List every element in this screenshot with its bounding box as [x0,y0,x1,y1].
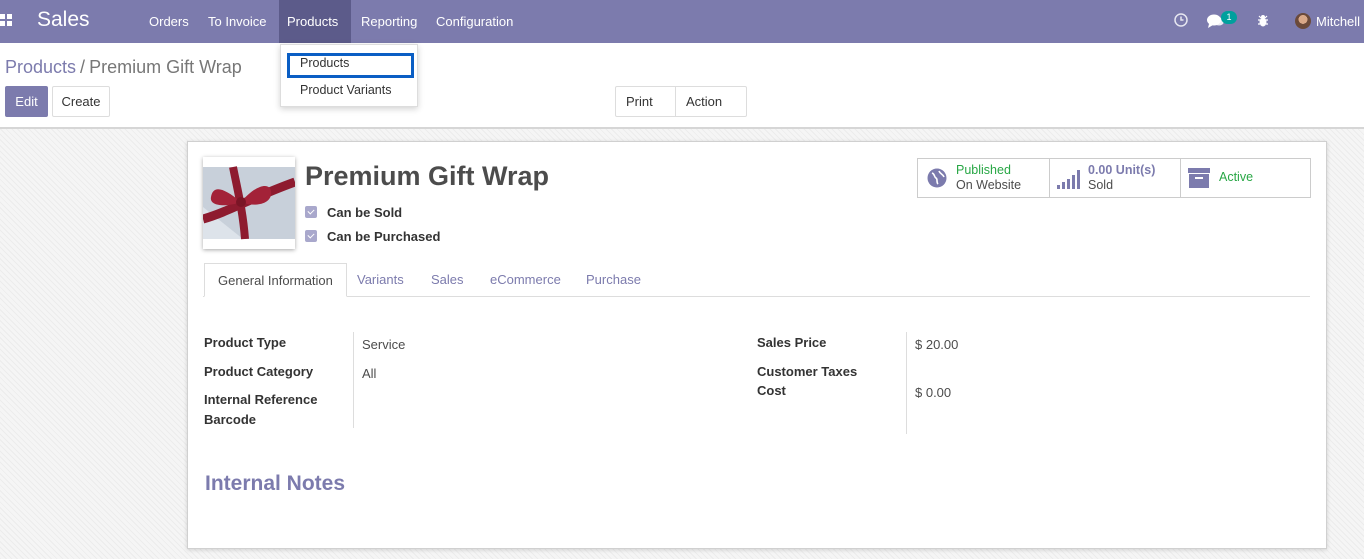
signal-bars-icon [1057,169,1081,192]
published-text: Published On Website [956,163,1021,193]
sold-text: 0.00 Unit(s) Sold [1088,163,1155,193]
published-smart-button[interactable]: Published On Website [918,159,1049,197]
globe-icon [927,168,947,191]
archive-box-icon [1188,168,1210,191]
user-avatar[interactable] [1295,13,1311,29]
tab-general-information[interactable]: General Information [204,263,347,297]
smart-button-box: Published On Website 0.00 Unit(s) Sold A… [917,158,1311,198]
menu-orders[interactable]: Orders [141,0,197,43]
product-image[interactable] [203,157,295,249]
app-title: Sales [37,8,90,31]
menu-configuration[interactable]: Configuration [428,0,521,43]
active-smart-button[interactable]: Active [1180,159,1311,197]
cost-label: Cost [757,383,786,398]
user-menu[interactable]: Mitchell [1316,14,1360,29]
product-category-link[interactable]: All [362,366,376,381]
barcode-label: Barcode [204,412,257,427]
sold-quantity: 0.00 Unit(s) [1088,163,1156,177]
menu-reporting[interactable]: Reporting [353,0,425,43]
dropdown-item-product-variants[interactable]: Product Variants [281,79,417,101]
activity-clock-icon[interactable] [1174,13,1188,30]
can-be-purchased-checkbox[interactable] [305,230,317,242]
can-be-sold-label: Can be Sold [327,205,403,220]
breadcrumb-current: Premium Gift Wrap [89,57,242,77]
field-separator [353,332,354,428]
create-button[interactable]: Create [52,86,110,117]
tab-ecommerce[interactable]: eCommerce [490,263,561,297]
top-navbar: Sales Orders To Invoice Products Reporti… [0,0,1364,43]
can-be-sold-checkbox[interactable] [305,206,317,218]
breadcrumb: Products / Premium Gift Wrap [5,57,242,78]
field-separator [906,332,907,434]
notebook-tabs: General Information Variants Sales eComm… [203,263,1310,297]
tab-variants[interactable]: Variants [357,263,404,297]
product-type-value: Service [362,337,406,352]
menu-products[interactable]: Products [279,0,351,43]
dropdown-item-products[interactable]: Products [287,53,414,78]
internal-reference-label: Internal Reference [204,392,318,407]
breadcrumb-separator: / [80,57,86,77]
apps-menu-icon[interactable] [0,14,12,28]
sales-price-label: Sales Price [757,335,827,350]
form-sheet: Premium Gift Wrap Can be Sold Can be Pur… [187,141,1327,549]
sold-sublabel: Sold [1088,178,1114,192]
tab-sales[interactable]: Sales [431,263,464,297]
tab-purchase[interactable]: Purchase [586,263,641,297]
breadcrumb-products-link[interactable]: Products [5,57,76,77]
product-type-label: Product Type [204,335,287,350]
print-label: Print [626,94,653,109]
edit-button[interactable]: Edit [5,86,48,117]
active-status: Active [1219,170,1254,184]
customer-taxes-label: Customer Taxes [757,364,858,379]
action-label: Action [686,94,723,109]
can-be-purchased-label: Can be Purchased [327,229,441,244]
published-status: Published [956,163,1011,177]
print-dropdown-button[interactable]: Print [615,86,676,134]
internal-notes-heading: Internal Notes [205,472,346,495]
cost-value: $ 0.00 [915,385,952,400]
menu-to-invoice[interactable]: To Invoice [200,0,275,43]
product-name: Premium Gift Wrap [305,161,550,191]
sales-price-value: $ 20.00 [915,337,959,352]
debug-bug-icon[interactable] [1257,14,1269,30]
published-sublabel: On Website [956,178,1022,192]
product-category-label: Product Category [204,364,314,379]
chat-count-badge: 1 [1221,11,1237,24]
sold-smart-button[interactable]: 0.00 Unit(s) Sold [1049,159,1180,197]
action-dropdown-button[interactable]: Action [675,86,747,134]
products-dropdown-menu: Products Product Variants [280,44,418,107]
